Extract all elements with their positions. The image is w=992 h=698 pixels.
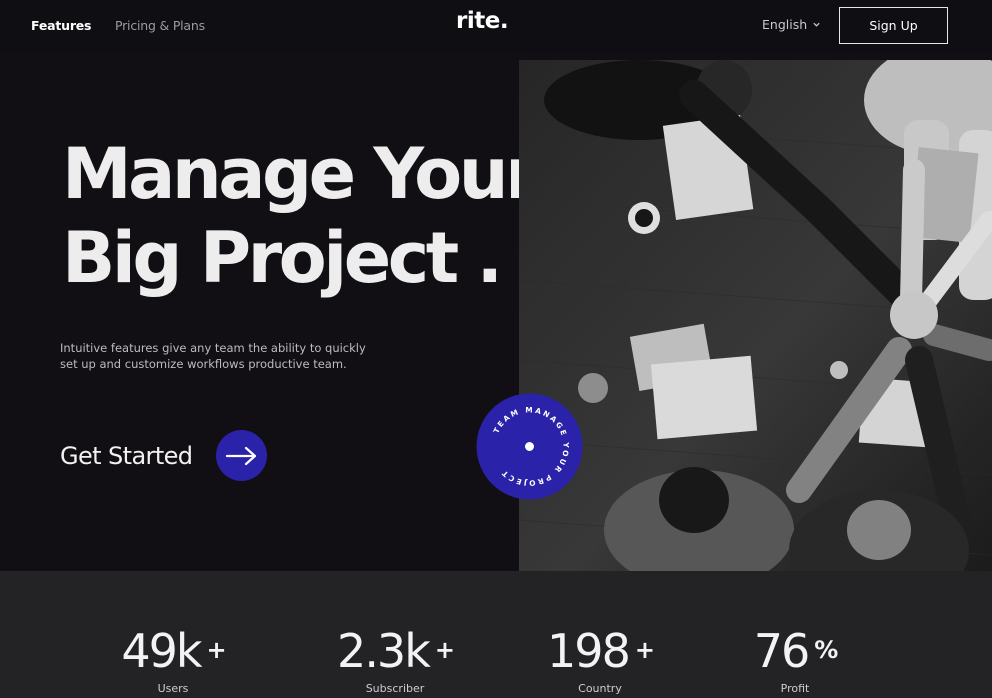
stat-users: 49k + Users: [108, 624, 238, 695]
stat-value: 2.3k +: [325, 624, 465, 678]
arrow-right-icon: [225, 446, 257, 465]
get-started-label: Get Started: [60, 441, 193, 470]
stat-suffix: +: [434, 636, 455, 664]
get-started-button[interactable]: Get Started: [60, 430, 268, 481]
language-selector[interactable]: English: [762, 17, 821, 32]
stat-label: Users: [157, 682, 189, 695]
hero-team-photo: [519, 60, 992, 571]
stat-number: 2.3k: [337, 624, 431, 678]
arrow-button[interactable]: [216, 430, 268, 481]
language-label: English: [762, 17, 808, 32]
team-badge[interactable]: TEAM MANAGE YOUR PROJECT: [476, 393, 583, 500]
logo[interactable]: rite.: [456, 8, 509, 34]
stat-suffix: +: [634, 636, 655, 664]
stat-value: 198 +: [545, 624, 655, 678]
signup-button[interactable]: Sign Up: [839, 7, 948, 44]
stat-label: Profit: [780, 682, 810, 695]
nav-pricing-link[interactable]: Pricing & Plans: [115, 18, 205, 33]
chevron-down-icon: [813, 22, 820, 27]
stat-number: 76: [753, 624, 811, 678]
hero-headline: Manage Your Big Project .: [62, 132, 540, 300]
hero-section: Manage Your Big Project . Intuitive feat…: [0, 52, 992, 571]
stat-suffix: %: [814, 636, 838, 664]
stat-profit: 76% Profit: [745, 624, 845, 695]
stat-number: 198: [547, 624, 631, 678]
nav-features-link[interactable]: Features: [31, 18, 92, 33]
hero-headline-line2: Big Project .: [62, 217, 503, 299]
stat-value: 76%: [745, 624, 845, 678]
top-nav: Features Pricing & Plans rite. English S…: [0, 0, 992, 52]
hero-headline-line1: Manage Your: [62, 133, 540, 215]
stat-suffix: +: [206, 636, 227, 664]
stat-label: Country: [578, 682, 622, 695]
hero-subtext: Intuitive features give any team the abi…: [60, 341, 366, 371]
stat-subscriber: 2.3k + Subscriber: [325, 624, 465, 695]
stat-country: 198 + Country: [545, 624, 655, 695]
stat-number: 49k: [121, 624, 202, 678]
stat-label: Subscriber: [365, 682, 425, 695]
stat-value: 49k +: [108, 624, 238, 678]
stats-section: 49k + Users 2.3k + Subscriber 198 + Country…: [0, 571, 992, 698]
